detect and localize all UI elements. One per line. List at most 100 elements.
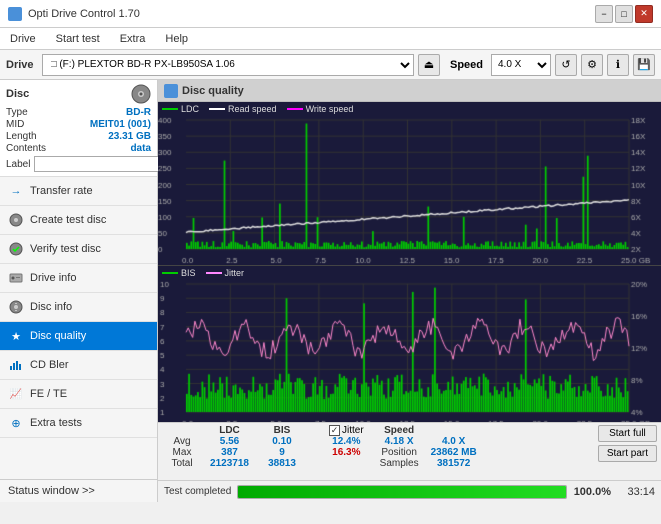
speed-setting: 4.0 X [425,436,483,447]
disc-info-icon [8,299,24,315]
legend-ldc: LDC [162,104,199,114]
max-ldc: 387 [202,447,257,458]
info-button[interactable]: ℹ [607,54,629,76]
main-content: Disc Type BD-R MID MEIT01 (001) Length 2… [0,80,661,502]
drive-select[interactable]: □ (F:) PLEXTOR BD-R PX-LB950SA 1.06 [42,54,414,76]
transfer-rate-label: Transfer rate [30,185,93,197]
disc-mid-row: MID MEIT01 (001) [6,119,151,130]
sidebar-item-transfer-rate[interactable]: → Transfer rate [0,177,157,206]
app-icon [8,7,22,21]
disc-panel-title: Disc [6,88,29,100]
disc-info-label: Disc info [30,301,72,313]
jitter-checkbox[interactable]: ✓ [329,425,340,436]
save-button[interactable]: 💾 [633,54,655,76]
disc-contents-row: Contents data [6,143,151,154]
disc-length-row: Length 23.31 GB [6,131,151,142]
disc-type-value: BD-R [126,107,151,118]
max-jitter: 16.3% [323,447,370,458]
chart-title: Disc quality [182,85,244,97]
speed-header: Speed [370,425,425,436]
create-test-disc-icon [8,212,24,228]
extra-tests-label: Extra tests [30,417,82,429]
refresh-button[interactable]: ↺ [555,54,577,76]
create-test-disc-label: Create test disc [30,214,106,226]
title-bar: Opti Drive Control 1.70 − □ ✕ [0,0,661,28]
disc-length-value: 23.31 GB [108,131,151,142]
progress-bar-container: Test completed 100.0% 33:14 [158,480,661,502]
avg-ldc: 5.56 [202,436,257,447]
status-text: Test completed [164,486,231,497]
progress-percent: 100.0% [573,486,611,498]
extra-tests-icon: ⊕ [8,415,24,431]
fe-te-label: FE / TE [30,388,67,400]
max-label: Max [162,447,202,458]
jitter-header: Jitter [342,425,364,436]
cd-bler-icon [8,357,24,373]
menu-help[interactable]: Help [159,32,194,46]
menu-start-test[interactable]: Start test [50,32,106,46]
stats-table: LDC BIS ✓ Jitter Speed Avg [162,425,483,469]
status-window-label: Status window >> [8,485,95,497]
start-full-button[interactable]: Start full [598,425,657,442]
legend-read-speed: Read speed [209,104,277,114]
sidebar-item-cd-bler[interactable]: CD Bler [0,351,157,380]
start-part-button[interactable]: Start part [598,445,657,462]
progress-time: 33:14 [617,486,655,498]
sidebar-item-create-test-disc[interactable]: Create test disc [0,206,157,235]
window-controls: − □ ✕ [595,5,653,23]
settings-button[interactable]: ⚙ [581,54,603,76]
verify-test-disc-label: Verify test disc [30,243,101,255]
disc-type-row: Type BD-R [6,107,151,118]
legend-write-speed: Write speed [287,104,354,114]
sidebar-item-extra-tests[interactable]: ⊕ Extra tests [0,409,157,438]
sidebar-item-fe-te[interactable]: 📈 FE / TE [0,380,157,409]
drive-toolbar: Drive □ (F:) PLEXTOR BD-R PX-LB950SA 1.0… [0,50,661,80]
cd-bler-label: CD Bler [30,359,69,371]
disc-label-row: Label ⚙ [6,156,151,172]
bis-jitter-chart [158,280,661,422]
drive-info-label: Drive info [30,272,76,284]
speed-current: 4.18 X [370,436,425,447]
ldc-chart [158,116,661,265]
disc-panel: Disc Type BD-R MID MEIT01 (001) Length 2… [0,80,157,177]
avg-bis: 0.10 [257,436,307,447]
avg-jitter: 12.4% [323,436,370,447]
status-window-button[interactable]: Status window >> [0,479,157,502]
fe-te-icon: 📈 [8,386,24,402]
chart-area: Disc quality LDC Read speed [158,80,661,502]
progress-track [237,485,567,499]
sidebar-item-verify-test-disc[interactable]: Verify test disc [0,235,157,264]
sidebar-item-disc-quality[interactable]: ★ Disc quality [0,322,157,351]
sidebar-item-drive-info[interactable]: Drive info [0,264,157,293]
progress-fill [238,486,566,498]
position-label: Position [370,447,425,458]
avg-label: Avg [162,436,202,447]
speed-select[interactable]: 4.0 X [491,54,551,76]
sidebar-item-disc-info[interactable]: Disc info [0,293,157,322]
disc-icon [131,84,151,104]
menu-drive[interactable]: Drive [4,32,42,46]
drive-label: Drive [6,59,34,71]
speed-label: Speed [450,59,483,71]
menu-bar: Drive Start test Extra Help [0,28,661,50]
drive-info-icon [8,270,24,286]
chart-header: Disc quality [158,80,661,102]
ldc-header: LDC [202,425,257,436]
total-bis: 38813 [257,458,307,469]
chart-header-icon [164,84,178,98]
disc-label-input[interactable] [34,156,172,172]
menu-extra[interactable]: Extra [114,32,152,46]
eject-button[interactable]: ⏏ [418,54,440,76]
position-value: 23862 MB [425,447,483,458]
legend-bis: BIS [162,268,196,278]
total-ldc: 2123718 [202,458,257,469]
samples-value: 381572 [425,458,483,469]
minimize-button[interactable]: − [595,5,613,23]
max-bis: 9 [257,447,307,458]
disc-mid-value: MEIT01 (001) [90,119,151,130]
transfer-rate-icon: → [8,183,24,199]
samples-label: Samples [370,458,425,469]
close-button[interactable]: ✕ [635,5,653,23]
maximize-button[interactable]: □ [615,5,633,23]
disc-contents-value: data [130,143,151,154]
